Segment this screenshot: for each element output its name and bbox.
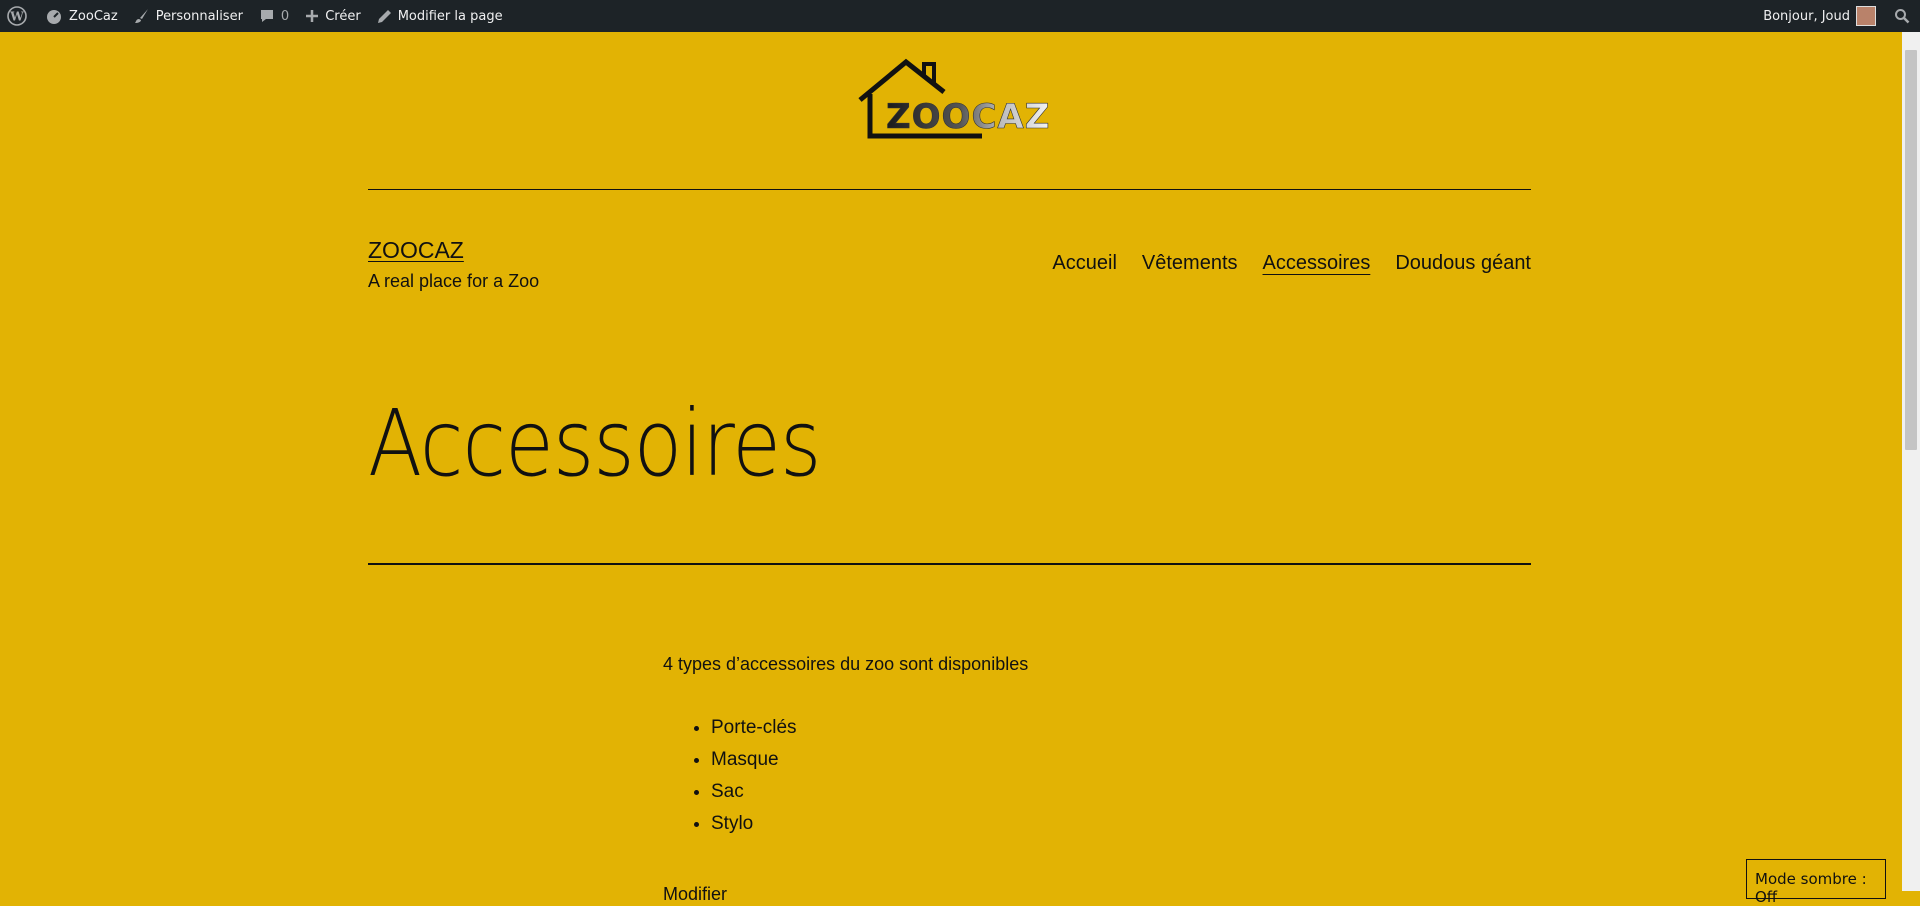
scrollbar-thumb[interactable]: [1905, 50, 1917, 450]
house-logo-icon: ZOOCAZ: [858, 58, 1050, 139]
site-name-label: ZooCaz: [69, 8, 118, 24]
wordpress-logo-button[interactable]: W: [0, 0, 37, 32]
brush-icon: [134, 9, 148, 23]
comments-count: 0: [280, 8, 290, 24]
new-label: Créer: [325, 8, 361, 24]
greeting-label: Bonjour, Joud: [1763, 8, 1850, 24]
edit-page-link[interactable]: Modifier la page: [369, 0, 511, 32]
site-logo[interactable]: ZOOCAZ: [850, 54, 1050, 148]
site-tagline: A real place for a Zoo: [368, 271, 540, 291]
svg-text:W: W: [9, 10, 24, 24]
comments-link[interactable]: 0: [251, 0, 297, 32]
header-divider: [368, 189, 1531, 190]
comment-icon: [260, 10, 273, 22]
title-divider: [368, 563, 1531, 565]
site-name-menu[interactable]: ZooCaz: [37, 0, 126, 32]
menu-item-accueil[interactable]: Accueil: [1052, 252, 1116, 275]
wordpress-icon: W: [7, 6, 27, 26]
intro-paragraph: 4 types d’accessoires du zoo sont dispon…: [663, 654, 1029, 674]
my-account-menu[interactable]: Bonjour, Joud: [1755, 0, 1884, 32]
menu-item-accessoires[interactable]: Accessoires: [1263, 252, 1371, 275]
svg-text:ZOOCAZ: ZOOCAZ: [886, 97, 1050, 137]
admin-bar: W ZooCaz Personnaliser 0 Créer Modifier …: [0, 0, 1920, 32]
admin-search-button[interactable]: [1884, 0, 1920, 32]
edit-page-label: Modifier la page: [397, 8, 503, 24]
site-title-link[interactable]: ZOOCAZ: [368, 237, 464, 264]
plus-icon: [306, 10, 319, 22]
search-icon: [1895, 9, 1910, 24]
new-content-menu[interactable]: Créer: [297, 0, 368, 32]
dashboard-icon: [47, 10, 61, 24]
list-item: Stylo: [711, 808, 797, 840]
page-title: Accessoires: [368, 390, 821, 497]
list-item: Sac: [711, 776, 797, 808]
customize-link[interactable]: Personnaliser: [126, 0, 251, 32]
avatar: [1856, 6, 1876, 26]
menu-item-doudous-geant[interactable]: Doudous géant: [1395, 252, 1531, 275]
list-item: Masque: [711, 744, 797, 776]
dark-mode-toggle[interactable]: Mode sombre : Off: [1746, 859, 1886, 906]
customize-label: Personnaliser: [155, 8, 243, 24]
primary-menu: Accueil Vêtements Accessoires Doudous gé…: [1052, 252, 1531, 275]
list-item: Porte-clés: [711, 712, 797, 744]
edit-link[interactable]: Modifier: [663, 884, 727, 905]
accessories-list: Porte-clés Masque Sac Stylo: [663, 712, 797, 840]
pencil-icon: [377, 9, 391, 23]
scrollbar[interactable]: [1902, 32, 1920, 891]
menu-item-vetements[interactable]: Vêtements: [1142, 252, 1238, 275]
